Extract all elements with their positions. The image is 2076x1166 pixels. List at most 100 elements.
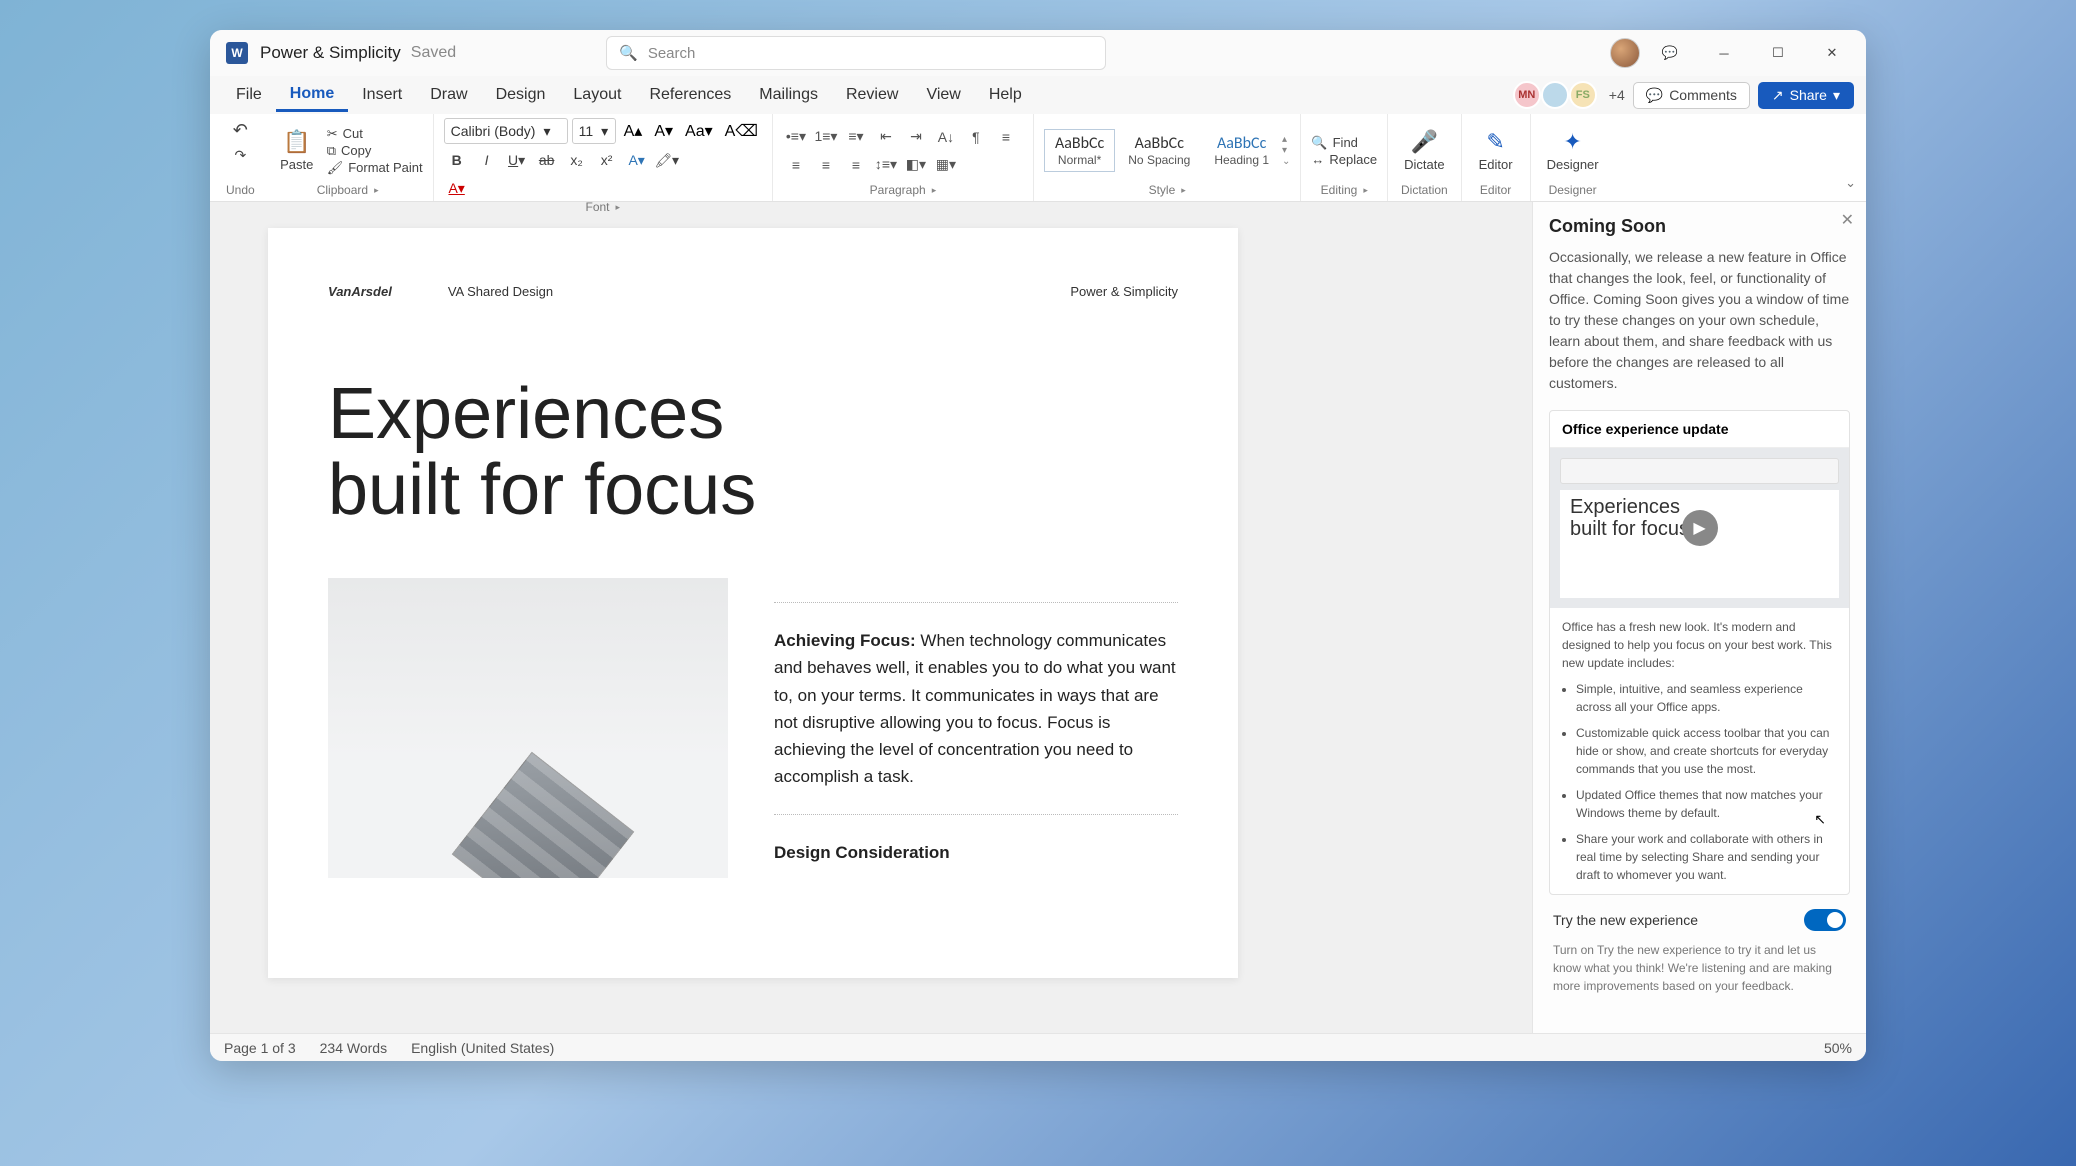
redo-icon[interactable]: ↷ <box>234 147 246 164</box>
font-color-button[interactable]: A▾ <box>444 176 470 200</box>
align-right-button[interactable]: ≡ <box>813 153 839 177</box>
align-center-button[interactable]: ≡ <box>783 153 809 177</box>
close-pane-icon[interactable]: ✕ <box>1841 210 1854 230</box>
line-spacing-button[interactable]: ↕≡▾ <box>873 153 899 177</box>
undo-group-label: Undo <box>226 183 255 199</box>
play-icon[interactable]: ▶ <box>1682 510 1718 546</box>
dialog-launcher-icon[interactable]: ▸ <box>932 185 937 196</box>
subscript-button[interactable]: x₂ <box>564 148 590 172</box>
style-normal[interactable]: AaBbCcNormal* <box>1044 129 1115 172</box>
undo-icon[interactable]: ↶ <box>233 120 248 141</box>
preview-video[interactable]: Experiencesbuilt for focus ▶ <box>1550 448 1849 608</box>
tab-home[interactable]: Home <box>276 79 348 112</box>
tab-design[interactable]: Design <box>482 80 560 110</box>
dictation-group-label: Dictation <box>1398 183 1450 199</box>
change-case-icon[interactable]: Aa▾ <box>681 118 717 144</box>
font-group: Calibri (Body)▾ 11▾ A▴ A▾ Aa▾ A⌫ B I U▾ … <box>434 114 773 201</box>
dialog-launcher-icon[interactable]: ▸ <box>1181 185 1186 196</box>
search-placeholder: Search <box>648 45 696 62</box>
increase-font-icon[interactable]: A▴ <box>620 118 647 144</box>
find-button[interactable]: 🔍Find <box>1311 135 1377 151</box>
font-name-combo[interactable]: Calibri (Body)▾ <box>444 118 568 144</box>
numbering-button[interactable]: 1≡▾ <box>813 125 839 149</box>
align-left-button[interactable]: ≡ <box>993 125 1019 149</box>
shading-button[interactable]: ◧▾ <box>903 153 929 177</box>
presence-avatar-3[interactable]: FS <box>1569 81 1597 109</box>
clear-formatting-icon[interactable]: A⌫ <box>721 118 762 144</box>
tab-view[interactable]: View <box>912 80 974 110</box>
word-app-icon: W <box>226 42 248 64</box>
status-page[interactable]: Page 1 of 3 <box>224 1040 296 1056</box>
editor-button[interactable]: ✎Editor <box>1472 127 1520 174</box>
presence-more[interactable]: +4 <box>1609 87 1625 103</box>
strikethrough-button[interactable]: ab <box>534 148 560 172</box>
share-button[interactable]: ↗ Share ▾ <box>1758 82 1854 109</box>
tab-insert[interactable]: Insert <box>348 80 416 110</box>
feature-list: Simple, intuitive, and seamless experien… <box>1562 680 1837 884</box>
toggle-label: Try the new experience <box>1553 912 1698 928</box>
document-canvas[interactable]: VanArsdel VA Shared Design Power & Simpl… <box>210 202 1532 1033</box>
paste-button[interactable]: 📋 Paste <box>273 127 321 174</box>
underline-button[interactable]: U▾ <box>504 148 530 172</box>
status-zoom[interactable]: 50% <box>1824 1040 1852 1056</box>
list-item: Customizable quick access toolbar that y… <box>1576 724 1837 778</box>
multilevel-list-button[interactable]: ≡▾ <box>843 125 869 149</box>
maximize-button[interactable]: ☐ <box>1754 35 1802 71</box>
presence-avatar-1[interactable]: MN <box>1513 81 1541 109</box>
style-heading-1[interactable]: AaBbCcHeading 1 <box>1203 129 1280 172</box>
tab-file[interactable]: File <box>222 80 276 110</box>
superscript-button[interactable]: x² <box>594 148 620 172</box>
format-painter-button[interactable]: 🖌Format Paint <box>327 160 423 176</box>
italic-button[interactable]: I <box>474 148 500 172</box>
copy-button[interactable]: ⧉Copy <box>327 143 423 159</box>
dialog-launcher-icon[interactable]: ▸ <box>1363 185 1368 196</box>
search-input[interactable]: 🔍 Search <box>606 36 1106 70</box>
borders-button[interactable]: ▦▾ <box>933 153 959 177</box>
status-word-count[interactable]: 234 Words <box>320 1040 387 1056</box>
dialog-launcher-icon[interactable]: ▸ <box>616 202 621 213</box>
text-effects-button[interactable]: A▾ <box>624 148 650 172</box>
list-item: Updated Office themes that now matches y… <box>1576 786 1837 822</box>
font-size-combo[interactable]: 11▾ <box>572 118 616 144</box>
replace-button[interactable]: ↔Replace <box>1311 152 1377 167</box>
document-save-status: Saved <box>411 44 456 62</box>
feedback-icon[interactable]: 💬 <box>1646 35 1694 71</box>
designer-button[interactable]: ✦Designer <box>1541 127 1605 174</box>
status-language[interactable]: English (United States) <box>411 1040 554 1056</box>
decrease-font-icon[interactable]: A▾ <box>650 118 677 144</box>
tab-mailings[interactable]: Mailings <box>745 80 832 110</box>
tab-help[interactable]: Help <box>975 80 1036 110</box>
show-marks-button[interactable]: ¶ <box>963 125 989 149</box>
user-avatar[interactable] <box>1610 38 1640 68</box>
justify-button[interactable]: ≡ <box>843 153 869 177</box>
tab-review[interactable]: Review <box>832 80 912 110</box>
bold-button[interactable]: B <box>444 148 470 172</box>
tab-references[interactable]: References <box>635 80 745 110</box>
update-card: Office experience update Experiencesbuil… <box>1549 410 1850 895</box>
tab-draw[interactable]: Draw <box>416 80 481 110</box>
styles-gallery-expand[interactable]: ▴▾⌄ <box>1282 134 1290 167</box>
designer-icon: ✦ <box>1563 129 1581 155</box>
share-label: Share <box>1790 87 1827 103</box>
sort-button[interactable]: A↓ <box>933 125 959 149</box>
bullets-button[interactable]: •≡▾ <box>783 125 809 149</box>
document-heading: Experiences built for focus <box>328 377 1178 528</box>
copy-icon: ⧉ <box>327 143 336 159</box>
decrease-indent-button[interactable]: ⇤ <box>873 125 899 149</box>
style-no-spacing[interactable]: AaBbCcNo Spacing <box>1117 129 1201 172</box>
find-icon: 🔍 <box>1311 135 1327 151</box>
cut-button[interactable]: ✂Cut <box>327 126 423 142</box>
collapse-ribbon-icon[interactable]: ⌄ <box>1845 175 1856 191</box>
increase-indent-button[interactable]: ⇥ <box>903 125 929 149</box>
comments-button[interactable]: 💬 Comments <box>1633 82 1750 109</box>
tab-layout[interactable]: Layout <box>559 80 635 110</box>
minimize-button[interactable]: ─ <box>1700 35 1748 71</box>
presence-avatar-2[interactable] <box>1541 81 1569 109</box>
font-group-label: Font <box>586 200 610 214</box>
dictate-button[interactable]: 🎤Dictate <box>1398 127 1450 174</box>
close-button[interactable]: ✕ <box>1808 35 1856 71</box>
highlight-button[interactable]: 🖍▾ <box>654 148 680 172</box>
try-experience-toggle[interactable] <box>1804 909 1846 931</box>
dialog-launcher-icon[interactable]: ▸ <box>374 185 379 196</box>
paste-label: Paste <box>280 157 313 172</box>
